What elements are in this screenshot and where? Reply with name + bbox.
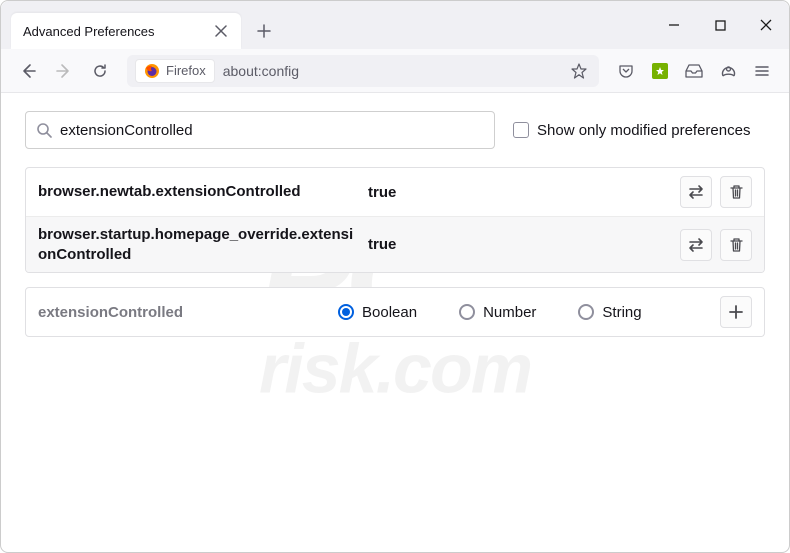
titlebar: Advanced Preferences (1, 1, 789, 49)
radio-dot-icon[interactable] (578, 304, 594, 320)
window-maximize-button[interactable] (697, 1, 743, 49)
identity-label: Firefox (166, 63, 206, 78)
pref-row: browser.startup.homepage_override.extens… (26, 217, 764, 272)
filter-modified-toggle[interactable]: Show only modified preferences (513, 122, 750, 139)
radio-label: String (602, 304, 641, 321)
urlbar[interactable]: Firefox about:config (127, 55, 599, 87)
radio-dot-icon[interactable] (459, 304, 475, 320)
toggle-swap-icon (687, 237, 705, 253)
delete-button[interactable] (720, 176, 752, 208)
navbar: Firefox about:config (1, 49, 789, 93)
identity-box[interactable]: Firefox (135, 59, 215, 83)
radio-boolean[interactable]: Boolean (338, 304, 417, 321)
pocket-icon (618, 63, 634, 79)
add-pref-row: extensionControlled Boolean Number Strin… (25, 287, 765, 337)
close-icon (215, 25, 227, 37)
reload-icon (92, 63, 108, 79)
pref-name: browser.startup.homepage_override.extens… (38, 225, 358, 264)
window-close-button[interactable] (743, 1, 789, 49)
reload-button[interactable] (85, 56, 115, 86)
plus-icon (257, 24, 271, 38)
radio-label: Boolean (362, 304, 417, 321)
radio-number[interactable]: Number (459, 304, 536, 321)
trash-icon (729, 184, 744, 200)
window-minimize-button[interactable] (651, 1, 697, 49)
close-tab-button[interactable] (213, 23, 229, 39)
menu-button[interactable] (747, 56, 777, 86)
url-text: about:config (223, 63, 559, 79)
radio-string[interactable]: String (578, 304, 641, 321)
about-config-content: Show only modified preferences browser.n… (1, 93, 789, 355)
tab-title: Advanced Preferences (23, 24, 155, 39)
inbox-button[interactable] (679, 56, 709, 86)
toggle-swap-icon (687, 184, 705, 200)
toggle-button[interactable] (680, 229, 712, 261)
account-icon (720, 62, 737, 79)
account-button[interactable] (713, 56, 743, 86)
prefs-table: browser.newtab.extensionControlled true … (25, 167, 765, 273)
trash-icon (729, 237, 744, 253)
plus-icon (729, 305, 743, 319)
pref-name: browser.newtab.extensionControlled (38, 182, 358, 202)
back-arrow-icon (20, 63, 36, 79)
filter-label: Show only modified preferences (537, 122, 750, 139)
pref-value: true (368, 236, 670, 253)
type-radio-group: Boolean Number String (338, 304, 720, 321)
pocket-button[interactable] (611, 56, 641, 86)
pref-value: true (368, 184, 670, 201)
checkbox-icon[interactable] (513, 122, 529, 138)
pref-row: browser.newtab.extensionControlled true (26, 168, 764, 217)
back-button[interactable] (13, 56, 43, 86)
firefox-logo-icon (144, 63, 160, 79)
radio-label: Number (483, 304, 536, 321)
new-tab-button[interactable] (249, 16, 279, 46)
search-icon (36, 122, 52, 138)
bookmark-button[interactable] (567, 59, 591, 83)
forward-arrow-icon (56, 63, 72, 79)
delete-button[interactable] (720, 229, 752, 261)
star-icon (571, 63, 587, 79)
maximize-icon (715, 20, 726, 31)
browser-tab[interactable]: Advanced Preferences (11, 13, 241, 49)
close-icon (760, 19, 772, 31)
hamburger-icon (755, 64, 769, 78)
toggle-button[interactable] (680, 176, 712, 208)
inbox-icon (685, 63, 703, 79)
search-box[interactable] (25, 111, 495, 149)
extension-badge-icon (652, 63, 668, 79)
search-input[interactable] (60, 122, 484, 139)
forward-button[interactable] (49, 56, 79, 86)
extension-button[interactable] (645, 56, 675, 86)
add-button[interactable] (720, 296, 752, 328)
add-pref-name: extensionControlled (38, 304, 338, 321)
radio-dot-icon[interactable] (338, 304, 354, 320)
minimize-icon (668, 19, 680, 31)
